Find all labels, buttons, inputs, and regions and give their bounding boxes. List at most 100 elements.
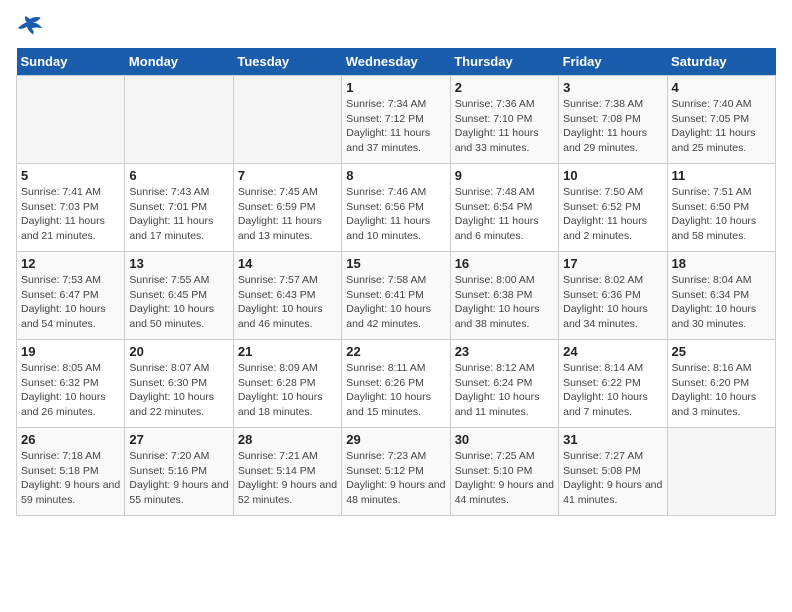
calendar-cell: 14 Sunrise: 7:57 AM Sunset: 6:43 PM Dayli… [233,252,341,340]
day-number: 7 [238,168,337,183]
weekday-header-saturday: Saturday [667,48,775,76]
calendar-cell: 24 Sunrise: 8:14 AM Sunset: 6:22 PM Dayli… [559,340,667,428]
day-number: 25 [672,344,771,359]
calendar-cell: 11 Sunrise: 7:51 AM Sunset: 6:50 PM Dayli… [667,164,775,252]
day-number: 29 [346,432,445,447]
day-number: 6 [129,168,228,183]
calendar-cell: 27 Sunrise: 7:20 AM Sunset: 5:16 PM Dayli… [125,428,233,516]
weekday-header-monday: Monday [125,48,233,76]
day-number: 21 [238,344,337,359]
day-detail: Sunrise: 7:53 AM Sunset: 6:47 PM Dayligh… [21,273,120,332]
day-number: 19 [21,344,120,359]
calendar-table: SundayMondayTuesdayWednesdayThursdayFrid… [16,48,776,516]
calendar-cell: 18 Sunrise: 8:04 AM Sunset: 6:34 PM Dayli… [667,252,775,340]
calendar-cell [17,76,125,164]
calendar-cell: 10 Sunrise: 7:50 AM Sunset: 6:52 PM Dayli… [559,164,667,252]
calendar-cell: 13 Sunrise: 7:55 AM Sunset: 6:45 PM Dayli… [125,252,233,340]
day-detail: Sunrise: 7:34 AM Sunset: 7:12 PM Dayligh… [346,97,445,156]
logo-icon [16,16,44,36]
calendar-cell [233,76,341,164]
day-number: 4 [672,80,771,95]
day-detail: Sunrise: 8:11 AM Sunset: 6:26 PM Dayligh… [346,361,445,420]
calendar-week-5: 26 Sunrise: 7:18 AM Sunset: 5:18 PM Dayli… [17,428,776,516]
day-number: 18 [672,256,771,271]
day-detail: Sunrise: 8:16 AM Sunset: 6:20 PM Dayligh… [672,361,771,420]
day-number: 22 [346,344,445,359]
calendar-cell: 29 Sunrise: 7:23 AM Sunset: 5:12 PM Dayli… [342,428,450,516]
day-detail: Sunrise: 7:36 AM Sunset: 7:10 PM Dayligh… [455,97,554,156]
day-number: 30 [455,432,554,447]
day-detail: Sunrise: 7:18 AM Sunset: 5:18 PM Dayligh… [21,449,120,508]
day-number: 1 [346,80,445,95]
calendar-cell: 20Sunrise: 8:07 AM Sunset: 6:30 PM Dayli… [125,340,233,428]
day-number: 2 [455,80,554,95]
day-number: 24 [563,344,662,359]
day-detail: Sunrise: 7:41 AM Sunset: 7:03 PM Dayligh… [21,185,120,244]
day-detail: Sunrise: 7:58 AM Sunset: 6:41 PM Dayligh… [346,273,445,332]
day-number: 11 [672,168,771,183]
calendar-cell: 15 Sunrise: 7:58 AM Sunset: 6:41 PM Dayli… [342,252,450,340]
day-number: 14 [238,256,337,271]
day-number: 5 [21,168,120,183]
calendar-week-2: 5 Sunrise: 7:41 AM Sunset: 7:03 PM Daylig… [17,164,776,252]
calendar-cell: 9Sunrise: 7:48 AM Sunset: 6:54 PM Daylig… [450,164,558,252]
calendar-week-1: 1 Sunrise: 7:34 AM Sunset: 7:12 PM Daylig… [17,76,776,164]
calendar-cell: 5 Sunrise: 7:41 AM Sunset: 7:03 PM Daylig… [17,164,125,252]
day-detail: Sunrise: 7:57 AM Sunset: 6:43 PM Dayligh… [238,273,337,332]
day-detail: Sunrise: 7:25 AM Sunset: 5:10 PM Dayligh… [455,449,554,508]
day-number: 26 [21,432,120,447]
calendar-cell: 25 Sunrise: 8:16 AM Sunset: 6:20 PM Dayli… [667,340,775,428]
day-number: 13 [129,256,228,271]
day-detail: Sunrise: 7:21 AM Sunset: 5:14 PM Dayligh… [238,449,337,508]
day-number: 12 [21,256,120,271]
day-detail: Sunrise: 7:40 AM Sunset: 7:05 PM Dayligh… [672,97,771,156]
day-number: 8 [346,168,445,183]
calendar-cell: 26 Sunrise: 7:18 AM Sunset: 5:18 PM Dayli… [17,428,125,516]
calendar-cell: 17 Sunrise: 8:02 AM Sunset: 6:36 PM Dayli… [559,252,667,340]
day-number: 16 [455,256,554,271]
calendar-cell: 30 Sunrise: 7:25 AM Sunset: 5:10 PM Dayli… [450,428,558,516]
weekday-header-thursday: Thursday [450,48,558,76]
calendar-cell: 4 Sunrise: 7:40 AM Sunset: 7:05 PM Daylig… [667,76,775,164]
calendar-cell: 8 Sunrise: 7:46 AM Sunset: 6:56 PM Daylig… [342,164,450,252]
calendar-cell: 2 Sunrise: 7:36 AM Sunset: 7:10 PM Daylig… [450,76,558,164]
weekday-header-sunday: Sunday [17,48,125,76]
day-detail: Sunrise: 7:51 AM Sunset: 6:50 PM Dayligh… [672,185,771,244]
calendar-cell: 22 Sunrise: 8:11 AM Sunset: 6:26 PM Dayli… [342,340,450,428]
weekday-header-wednesday: Wednesday [342,48,450,76]
calendar-cell [667,428,775,516]
day-detail: Sunrise: 7:46 AM Sunset: 6:56 PM Dayligh… [346,185,445,244]
day-number: 31 [563,432,662,447]
calendar-week-3: 12 Sunrise: 7:53 AM Sunset: 6:47 PM Dayli… [17,252,776,340]
day-detail: Sunrise: 7:23 AM Sunset: 5:12 PM Dayligh… [346,449,445,508]
day-detail: Sunrise: 7:27 AM Sunset: 5:08 PM Dayligh… [563,449,662,508]
logo [16,16,48,36]
day-number: 10 [563,168,662,183]
page-header [16,16,776,36]
day-detail: Sunrise: 7:38 AM Sunset: 7:08 PM Dayligh… [563,97,662,156]
calendar-cell: 19Sunrise: 8:05 AM Sunset: 6:32 PM Dayli… [17,340,125,428]
day-detail: Sunrise: 8:00 AM Sunset: 6:38 PM Dayligh… [455,273,554,332]
calendar-week-4: 19Sunrise: 8:05 AM Sunset: 6:32 PM Dayli… [17,340,776,428]
day-detail: Sunrise: 8:12 AM Sunset: 6:24 PM Dayligh… [455,361,554,420]
day-detail: Sunrise: 7:43 AM Sunset: 7:01 PM Dayligh… [129,185,228,244]
day-detail: Sunrise: 8:07 AM Sunset: 6:30 PM Dayligh… [129,361,228,420]
day-detail: Sunrise: 7:20 AM Sunset: 5:16 PM Dayligh… [129,449,228,508]
day-detail: Sunrise: 7:50 AM Sunset: 6:52 PM Dayligh… [563,185,662,244]
day-number: 9 [455,168,554,183]
day-detail: Sunrise: 7:55 AM Sunset: 6:45 PM Dayligh… [129,273,228,332]
day-detail: Sunrise: 8:02 AM Sunset: 6:36 PM Dayligh… [563,273,662,332]
calendar-cell: 7 Sunrise: 7:45 AM Sunset: 6:59 PM Daylig… [233,164,341,252]
day-number: 15 [346,256,445,271]
day-detail: Sunrise: 8:14 AM Sunset: 6:22 PM Dayligh… [563,361,662,420]
day-detail: Sunrise: 7:45 AM Sunset: 6:59 PM Dayligh… [238,185,337,244]
day-number: 27 [129,432,228,447]
weekday-header-friday: Friday [559,48,667,76]
calendar-cell: 3Sunrise: 7:38 AM Sunset: 7:08 PM Daylig… [559,76,667,164]
calendar-cell: 23Sunrise: 8:12 AM Sunset: 6:24 PM Dayli… [450,340,558,428]
day-number: 17 [563,256,662,271]
day-number: 28 [238,432,337,447]
calendar-cell: 6 Sunrise: 7:43 AM Sunset: 7:01 PM Daylig… [125,164,233,252]
calendar-cell: 31 Sunrise: 7:27 AM Sunset: 5:08 PM Dayli… [559,428,667,516]
day-detail: Sunrise: 8:04 AM Sunset: 6:34 PM Dayligh… [672,273,771,332]
